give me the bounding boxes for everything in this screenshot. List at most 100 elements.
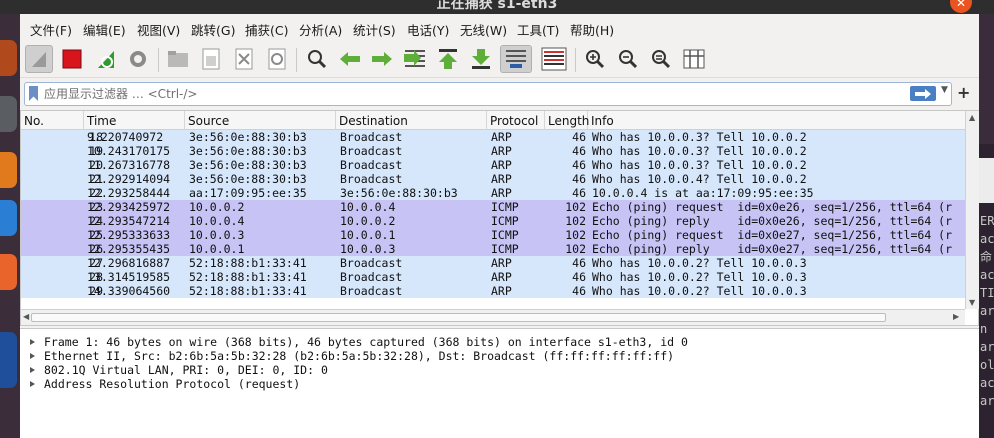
- packet-time-cell: 12.296816887: [87, 256, 171, 270]
- menu-edit[interactable]: 编辑(E): [83, 20, 126, 39]
- resize-columns-icon[interactable]: [680, 45, 708, 73]
- auto-scroll-icon[interactable]: [500, 45, 532, 73]
- column-header-no[interactable]: No.: [21, 111, 84, 130]
- colorize-icon[interactable]: [538, 45, 570, 73]
- packet-list-horizontal-scrollbar[interactable]: ◀ ▶: [21, 309, 965, 325]
- dock-app-icon[interactable]: [0, 254, 17, 290]
- expand-triangle-icon[interactable]: [30, 367, 35, 373]
- menu-telephony[interactable]: 电话(Y): [407, 20, 449, 39]
- dock-app-icon[interactable]: [0, 96, 17, 132]
- packet-row[interactable]: 23 12.293425972 10.0.0.2 10.0.0.4 ICMP 102 Ech…: [21, 200, 965, 214]
- background-text-line: ac: [980, 268, 994, 282]
- packet-info-cell: Who has 10.0.0.4? Tell 10.0.0.2: [592, 172, 807, 186]
- column-header-info[interactable]: Info: [588, 111, 965, 130]
- menu-go[interactable]: 跳转(G): [191, 20, 235, 39]
- dock-app-icon[interactable]: [0, 40, 17, 76]
- detail-tree-item-arp[interactable]: Address Resolution Protocol (request): [20, 377, 979, 391]
- open-file-icon[interactable]: [164, 45, 192, 73]
- column-header-source[interactable]: Source: [185, 111, 336, 130]
- packet-destination-cell: Broadcast: [340, 130, 403, 144]
- background-text-line: ac: [980, 232, 994, 246]
- packet-source-cell: 52:18:88:b1:33:41: [189, 270, 307, 284]
- packet-protocol-cell: ICMP: [491, 228, 519, 242]
- window-title: 正在捕获 s1-eth3: [436, 0, 558, 12]
- packet-row[interactable]: 24 12.293547214 10.0.0.4 10.0.0.2 ICMP 102 Ech…: [21, 214, 965, 228]
- packet-row[interactable]: 25 12.295333633 10.0.0.3 10.0.0.1 ICMP 102 Ech…: [21, 228, 965, 242]
- save-file-icon[interactable]: [197, 45, 225, 73]
- close-file-icon[interactable]: [230, 45, 258, 73]
- packet-length-cell: 46: [572, 186, 586, 200]
- menu-statistics[interactable]: 统计(S): [353, 20, 396, 39]
- go-to-packet-icon[interactable]: [401, 45, 429, 73]
- packet-row[interactable]: 21 12.292914094 3e:56:0e:88:30:b3 Broadcast…: [21, 172, 965, 186]
- first-packet-icon[interactable]: [434, 45, 462, 73]
- packet-length-cell: 102: [565, 242, 586, 256]
- packet-row[interactable]: 18 9.220740972 3e:56:0e:88:30:b3 Broadcast A…: [21, 130, 965, 144]
- expand-triangle-icon[interactable]: [30, 353, 35, 359]
- reload-file-icon[interactable]: [263, 45, 291, 73]
- menu-help[interactable]: 帮助(H): [570, 20, 614, 39]
- packet-protocol-cell: ARP: [491, 130, 512, 144]
- packet-protocol-cell: ICMP: [491, 200, 519, 214]
- packet-time-cell: 13.314519585: [87, 270, 171, 284]
- apply-filter-button[interactable]: [910, 86, 936, 101]
- packet-destination-cell: Broadcast: [340, 284, 403, 298]
- dock-app-icon[interactable]: [0, 200, 17, 236]
- packet-row[interactable]: 29 14.339064560 52:18:88:b1:33:41 Broadcast…: [21, 284, 965, 298]
- packet-length-cell: 46: [572, 144, 586, 158]
- menu-tools[interactable]: 工具(T): [517, 20, 559, 39]
- packet-row[interactable]: 28 13.314519585 52:18:88:b1:33:41 Broadcast…: [21, 270, 965, 284]
- main-toolbar: [20, 42, 979, 78]
- packet-destination-cell: 10.0.0.2: [340, 214, 396, 228]
- packet-protocol-cell: ARP: [491, 256, 512, 270]
- filter-bookmark-icon[interactable]: [29, 86, 38, 101]
- filter-history-dropdown-icon[interactable]: ▼: [941, 85, 948, 95]
- packet-length-cell: 102: [565, 200, 586, 214]
- menu-capture[interactable]: 捕获(C): [245, 20, 288, 39]
- horizontal-scroll-thumb[interactable]: [31, 313, 886, 322]
- packet-time-cell: 9.220740972: [87, 130, 164, 144]
- go-back-icon[interactable]: [336, 45, 364, 73]
- packet-row[interactable]: 20 11.267316778 3e:56:0e:88:30:b3 Broadcast…: [21, 158, 965, 172]
- packet-length-cell: 46: [572, 172, 586, 186]
- menu-file[interactable]: 文件(F): [30, 20, 72, 39]
- capture-options-gear-icon[interactable]: [124, 45, 152, 73]
- zoom-out-icon[interactable]: [614, 45, 642, 73]
- column-header-time[interactable]: Time: [84, 111, 185, 130]
- last-packet-icon[interactable]: [467, 45, 495, 73]
- detail-tree-item-frame[interactable]: Frame 1: 46 bytes on wire (368 bits), 46…: [20, 335, 979, 349]
- stop-capture-icon[interactable]: [58, 45, 86, 73]
- go-forward-icon[interactable]: [368, 45, 396, 73]
- zoom-normal-icon[interactable]: [647, 45, 675, 73]
- menu-wireless[interactable]: 无线(W): [460, 20, 507, 39]
- packet-list-vertical-scrollbar[interactable]: ▲ ▼: [965, 111, 979, 309]
- packet-row[interactable]: 26 12.295355435 10.0.0.1 10.0.0.3 ICMP 102 Ech…: [21, 242, 965, 256]
- window-titlebar[interactable]: 正在捕获 s1-eth3 ✕: [0, 0, 994, 14]
- packet-row[interactable]: 19 10.243170175 3e:56:0e:88:30:b3 Broadcast…: [21, 144, 965, 158]
- detail-tree-item-vlan[interactable]: 802.1Q Virtual LAN, PRI: 0, DEI: 0, ID: …: [20, 363, 979, 377]
- packet-info-cell: Echo (ping) reply id=0x0e26, seq=1/256, …: [592, 214, 953, 228]
- find-packet-icon[interactable]: [303, 45, 331, 73]
- expand-triangle-icon[interactable]: [30, 381, 35, 387]
- packet-row[interactable]: 22 12.293258444 aa:17:09:95:ee:35 3e:56:0e:…: [21, 186, 965, 200]
- column-header-protocol[interactable]: Protocol: [487, 111, 545, 130]
- menu-view[interactable]: 视图(V): [137, 20, 180, 39]
- column-header-destination[interactable]: Destination: [336, 111, 487, 130]
- shark-fin-start-icon[interactable]: [25, 45, 53, 73]
- add-filter-button[interactable]: +: [957, 83, 970, 102]
- packet-destination-cell: 10.0.0.1: [340, 228, 396, 242]
- packet-length-cell: 46: [572, 270, 586, 284]
- restart-capture-icon[interactable]: [92, 45, 120, 73]
- menu-analyze[interactable]: 分析(A): [299, 20, 342, 39]
- zoom-in-icon[interactable]: [581, 45, 609, 73]
- dock-app-icon[interactable]: [0, 152, 17, 188]
- background-text-line: ol: [980, 358, 994, 372]
- column-header-length[interactable]: Length: [545, 111, 589, 130]
- packet-destination-cell: Broadcast: [340, 144, 403, 158]
- expand-triangle-icon[interactable]: [30, 339, 35, 345]
- detail-tree-item-ethernet[interactable]: Ethernet II, Src: b2:6b:5a:5b:32:28 (b2:…: [20, 349, 979, 363]
- display-filter-input[interactable]: [44, 85, 884, 103]
- packet-destination-cell: Broadcast: [340, 172, 403, 186]
- packet-row[interactable]: 27 12.296816887 52:18:88:b1:33:41 Broadcast…: [21, 256, 965, 270]
- dock-app-icon[interactable]: [0, 332, 17, 388]
